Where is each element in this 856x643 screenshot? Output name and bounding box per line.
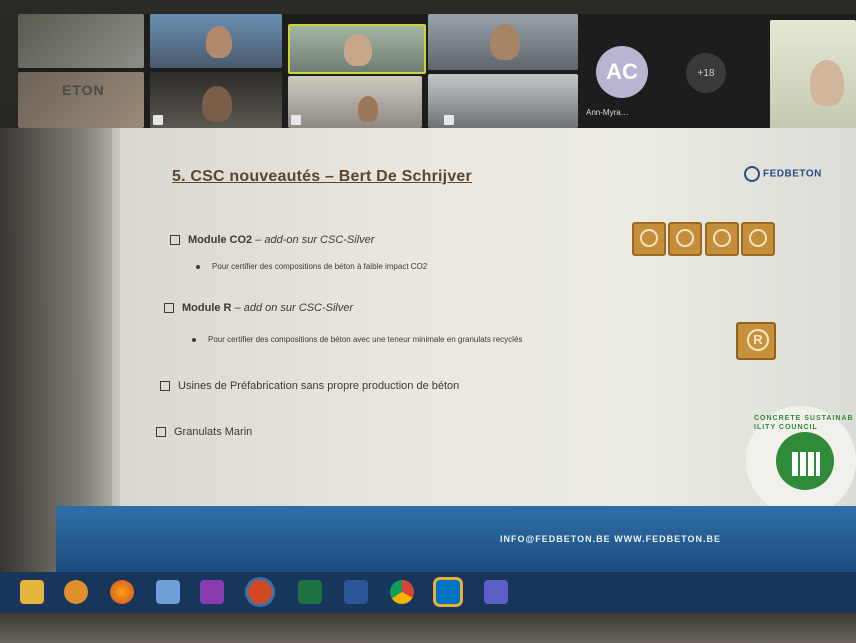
item-rest: – add on sur CSC-Silver [231,302,354,314]
fedbeton-logo: FEDBETON [744,166,822,182]
co2-badge-icon [668,222,702,256]
more-participants-count[interactable]: +18 [686,53,726,93]
dot-bullet-icon [196,264,200,269]
square-bullet-icon [170,235,180,246]
badge-letter: R [747,329,769,351]
slide-title: 5. CSC nouveautés – Bert De Schrijver [172,168,472,185]
co2-badge-icon [741,222,775,256]
powerpoint-icon[interactable] [248,580,272,604]
recycled-badge-icon: R [736,322,776,360]
participant-avatar[interactable]: AC [596,46,648,98]
slide-footer: INFO@FEDBETON.BE WWW.FEDBETON.BE [56,506,856,572]
item-text: Usines de Préfabrication sans propre pro… [178,380,460,392]
outlook-icon[interactable] [436,580,460,604]
participant-tile[interactable] [288,76,422,128]
participant-tile-active-speaker[interactable] [288,24,426,74]
item-text: Pour certifier des compositions de béton… [208,335,523,344]
tile-banner-text: ETON [62,82,105,98]
media-player-icon[interactable] [64,580,88,604]
chrome-icon[interactable] [390,580,414,604]
teams-icon[interactable] [484,580,508,604]
participant-tile[interactable] [18,14,144,68]
photo-of-screen: ETON AC +18 Ann-Myra… 5. CSC nouveautés [0,0,856,643]
fedbeton-logo-icon [744,166,760,182]
participant-tile[interactable]: ETON [18,72,144,128]
square-bullet-icon [164,303,174,314]
participant-tile[interactable] [428,14,578,70]
dot-bullet-icon [192,337,196,342]
item-lead: Module CO2 [188,234,253,246]
item-lead: Module R [182,302,232,314]
participant-name: Ann-Myra… [586,108,629,117]
list-item: Module R – add on sur CSC-Silver [164,302,353,314]
seal-ring-text: CONCRETE SUSTAINABILITY COUNCIL [754,415,854,431]
folder-icon[interactable] [20,580,44,604]
firefox-icon[interactable] [110,580,134,604]
excel-icon[interactable] [298,580,322,604]
item-text: Pour certifier des compositions de béton… [212,262,428,271]
participant-tile[interactable] [770,20,856,130]
square-bullet-icon [156,427,166,438]
network-icon[interactable] [156,580,180,604]
video-participant-strip: ETON [18,14,856,130]
participant-tile[interactable] [150,72,282,128]
list-item: Usines de Préfabrication sans propre pro… [160,380,459,392]
participant-tile[interactable] [150,14,282,68]
sub-list-item: Pour certifier des compositions de béton… [196,262,427,271]
logo-text: FEDBETON [763,168,822,180]
participant-tile[interactable] [428,74,578,128]
monitor-bezel [0,612,856,643]
csc-seal-logo: CONCRETE SUSTAINABILITY COUNCIL [746,406,856,516]
item-rest: – add-on sur CSC-Silver [252,234,375,246]
list-item: Granulats Marin [156,426,252,438]
sub-list-item: Pour certifier des compositions de béton… [192,335,522,344]
word-icon[interactable] [344,580,368,604]
footer-contact: INFO@FEDBETON.BE WWW.FEDBETON.BE [500,534,721,544]
mic-icon [444,115,454,125]
onenote-icon[interactable] [200,580,224,604]
mic-icon [291,115,301,125]
co2-badge-icon [705,222,739,256]
list-item: Module CO2 – add-on sur CSC-Silver [170,234,374,246]
co2-badge-icon [632,222,666,256]
item-text: Granulats Marin [174,426,253,438]
mic-icon [153,115,163,125]
square-bullet-icon [160,381,170,392]
seal-grid-icon [790,452,820,476]
